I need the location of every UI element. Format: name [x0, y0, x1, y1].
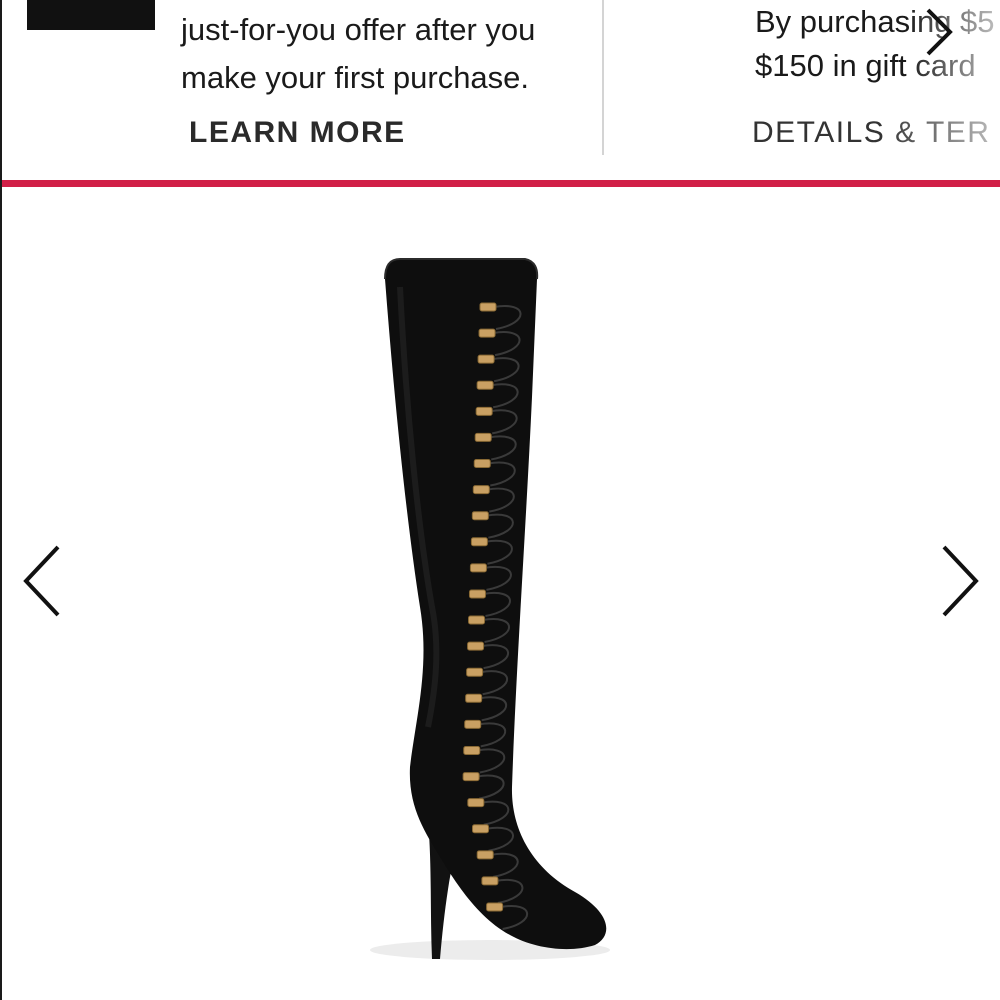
lace-hook [464, 719, 482, 729]
promo-offer-line: make your first purchase. [181, 60, 530, 95]
chevron-right-icon [926, 8, 953, 56]
vip-badge-label: VIP [27, 0, 155, 8]
promo-offer-text: just-for-you offer after you make your f… [181, 6, 591, 102]
page-edge [0, 0, 2, 1000]
lace-hook [470, 537, 488, 547]
lace-hook [474, 432, 492, 442]
lace-hook [467, 641, 485, 651]
lace-hook [479, 302, 497, 312]
previous-image-button[interactable] [18, 541, 68, 621]
lace-hook [476, 380, 494, 390]
lace-hook [465, 693, 483, 703]
lace-hook [476, 850, 494, 860]
lace-hook [467, 798, 485, 808]
lace-hook [486, 902, 504, 912]
lace-hook [477, 354, 495, 364]
promo-offer-line: just-for-you offer after you [181, 12, 536, 47]
learn-more-link[interactable]: LEARN MORE [189, 116, 406, 150]
gift-offer-line: $150 in gift card [755, 48, 976, 83]
lace-hook [472, 824, 490, 834]
lace-hook [471, 511, 489, 521]
lace-hook [473, 459, 491, 469]
lace-hook [481, 876, 499, 886]
promo-banner: VIP just-for-you offer after you make yo… [0, 0, 1000, 180]
lace-hook [463, 745, 481, 755]
chevron-right-icon [942, 545, 979, 617]
product-image[interactable] [340, 247, 640, 967]
details-terms-link[interactable]: DETAILS & TER [752, 116, 1000, 150]
lace-hook [475, 406, 493, 416]
lace-hook [468, 589, 486, 599]
product-page: VIP just-for-you offer after you make yo… [0, 0, 1000, 1000]
vip-badge: VIP [27, 0, 155, 30]
product-image-carousel[interactable] [0, 187, 1000, 1000]
promo-separator [0, 180, 1000, 187]
lace-hook [466, 667, 484, 677]
gift-offer-line: By purchasing $5 [755, 4, 995, 39]
lace-hook [478, 328, 496, 338]
chevron-left-icon [23, 545, 60, 617]
promo-divider [602, 0, 604, 155]
lace-hook [472, 485, 490, 495]
next-image-button[interactable] [934, 541, 984, 621]
lace-hook [469, 563, 487, 573]
gift-card-offer-text: By purchasing $5 $150 in gift card [755, 0, 1000, 88]
lace-hook [468, 615, 486, 625]
promo-next-button[interactable] [918, 4, 958, 60]
lace-hook [462, 772, 480, 782]
